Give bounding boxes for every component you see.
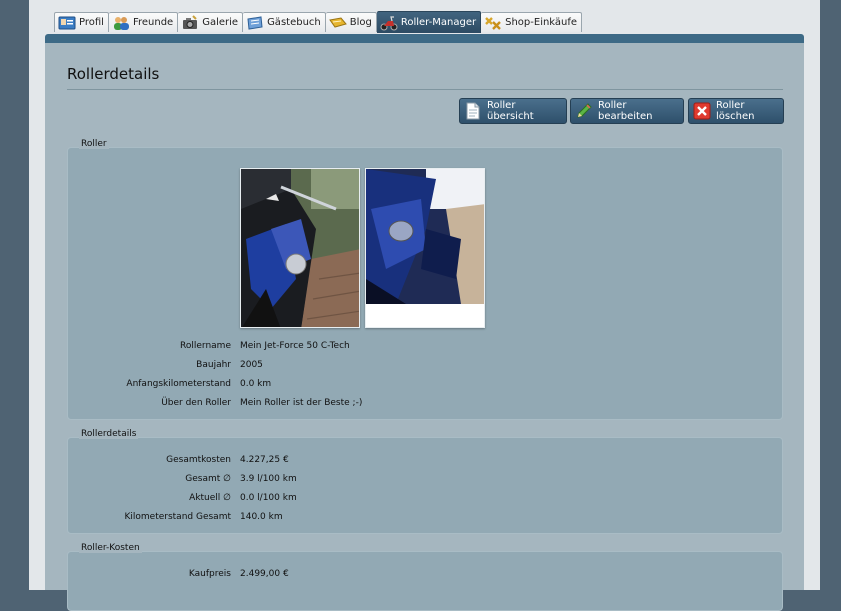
- roller-edit-button[interactable]: Roller bearbeiten: [570, 98, 684, 124]
- tab-blog[interactable]: Blog: [325, 12, 377, 32]
- roller-overview-button[interactable]: Roller übersicht: [459, 98, 567, 124]
- content-panel: Rollerdetails Roller übersicht Roller be…: [45, 43, 804, 611]
- roller-fieldset: Roller Rollername Mein Jet-Force 50 C-Te…: [67, 139, 784, 420]
- field-value: 0.0 km: [240, 379, 272, 389]
- tab-roller-manager[interactable]: Roller-Manager: [376, 11, 482, 33]
- roller-delete-button[interactable]: Roller löschen: [688, 98, 784, 124]
- field-value: 2005: [240, 360, 263, 370]
- field-label: Anfangskilometerstand: [126, 379, 231, 389]
- details-field-row: Aktuell ∅ 0.0 l/100 km: [68, 493, 784, 505]
- tab-label: Blog: [349, 17, 372, 28]
- tab-label: Gästebuch: [267, 17, 321, 28]
- roller-photo-1[interactable]: [240, 168, 360, 328]
- field-label: Kilometerstand Gesamt: [124, 512, 231, 522]
- field-value: Mein Jet-Force 50 C-Tech: [240, 341, 350, 351]
- delete-x-icon: [693, 102, 711, 120]
- guestbook-icon: [246, 15, 264, 31]
- tab-bar: Profil Freunde Galerie Gästebuch Blog Ro…: [54, 11, 583, 34]
- roller-delete-label: Roller löschen: [716, 100, 755, 122]
- roller-edit-label: Roller bearbeiten: [598, 100, 653, 122]
- friends-icon: [112, 15, 130, 31]
- field-value: 140.0 km: [240, 512, 283, 522]
- field-value: 0.0 l/100 km: [240, 493, 297, 503]
- roller-photo-2[interactable]: [365, 168, 485, 328]
- roller-kosten-legend: Roller-Kosten: [79, 543, 142, 553]
- field-value: 3.9 l/100 km: [240, 474, 297, 484]
- roller-overview-label: Roller übersicht: [487, 100, 534, 122]
- tab-profil[interactable]: Profil: [54, 12, 109, 32]
- content-header-bar: [45, 34, 804, 43]
- field-label: Gesamtkosten: [166, 455, 231, 465]
- tab-shop-einkaeufe[interactable]: Shop-Einkäufe: [481, 12, 583, 32]
- document-icon: [464, 102, 482, 120]
- roller-field-row: Über den Roller Mein Roller ist der Best…: [68, 398, 784, 410]
- rollerdetails-fieldset: Rollerdetails Gesamtkosten 4.227,25 € Ge…: [67, 429, 784, 534]
- tab-gaestebuch[interactable]: Gästebuch: [243, 12, 326, 32]
- title-divider: [67, 89, 783, 90]
- tab-label: Freunde: [132, 17, 174, 28]
- details-field-row: Gesamtkosten 4.227,25 €: [68, 455, 784, 467]
- blog-icon: [328, 15, 347, 31]
- costs-field-row: Kaufpreis 2.499,00 €: [68, 569, 784, 581]
- field-label: Kaufpreis: [188, 569, 231, 579]
- field-label: Gesamt ∅: [185, 474, 231, 484]
- field-value: 4.227,25 €: [240, 455, 289, 465]
- field-value: Mein Roller ist der Beste ;-): [240, 398, 363, 408]
- field-label: Rollername: [180, 341, 231, 351]
- roller-kosten-fieldset: Roller-Kosten Kaufpreis 2.499,00 €: [67, 543, 784, 611]
- details-field-row: Kilometerstand Gesamt 140.0 km: [68, 512, 784, 524]
- tab-freunde[interactable]: Freunde: [108, 12, 179, 32]
- details-field-row: Gesamt ∅ 3.9 l/100 km: [68, 474, 784, 486]
- field-label: Über den Roller: [161, 398, 231, 408]
- roller-field-row: Anfangskilometerstand 0.0 km: [68, 379, 784, 391]
- tab-label: Galerie: [202, 17, 239, 28]
- tab-galerie[interactable]: Galerie: [178, 12, 244, 32]
- gallery-icon: [181, 14, 199, 31]
- scooter-icon: [380, 15, 398, 31]
- rollerdetails-legend: Rollerdetails: [79, 429, 139, 439]
- page-title: Rollerdetails: [67, 65, 160, 83]
- roller-field-row: Rollername Mein Jet-Force 50 C-Tech: [68, 341, 784, 353]
- field-label: Aktuell ∅: [189, 493, 231, 503]
- pencil-icon: [575, 102, 593, 120]
- roller-legend: Roller: [79, 139, 109, 149]
- tab-label: Roller-Manager: [400, 17, 477, 28]
- tab-label: Profil: [79, 17, 104, 28]
- shop-icon: [484, 15, 502, 31]
- profile-card-icon: [58, 15, 76, 31]
- field-label: Baujahr: [196, 360, 231, 370]
- page: Profil Freunde Galerie Gästebuch Blog Ro…: [29, 0, 820, 611]
- roller-field-row: Baujahr 2005: [68, 360, 784, 372]
- tab-label: Shop-Einkäufe: [505, 17, 578, 28]
- field-value: 2.499,00 €: [240, 569, 289, 579]
